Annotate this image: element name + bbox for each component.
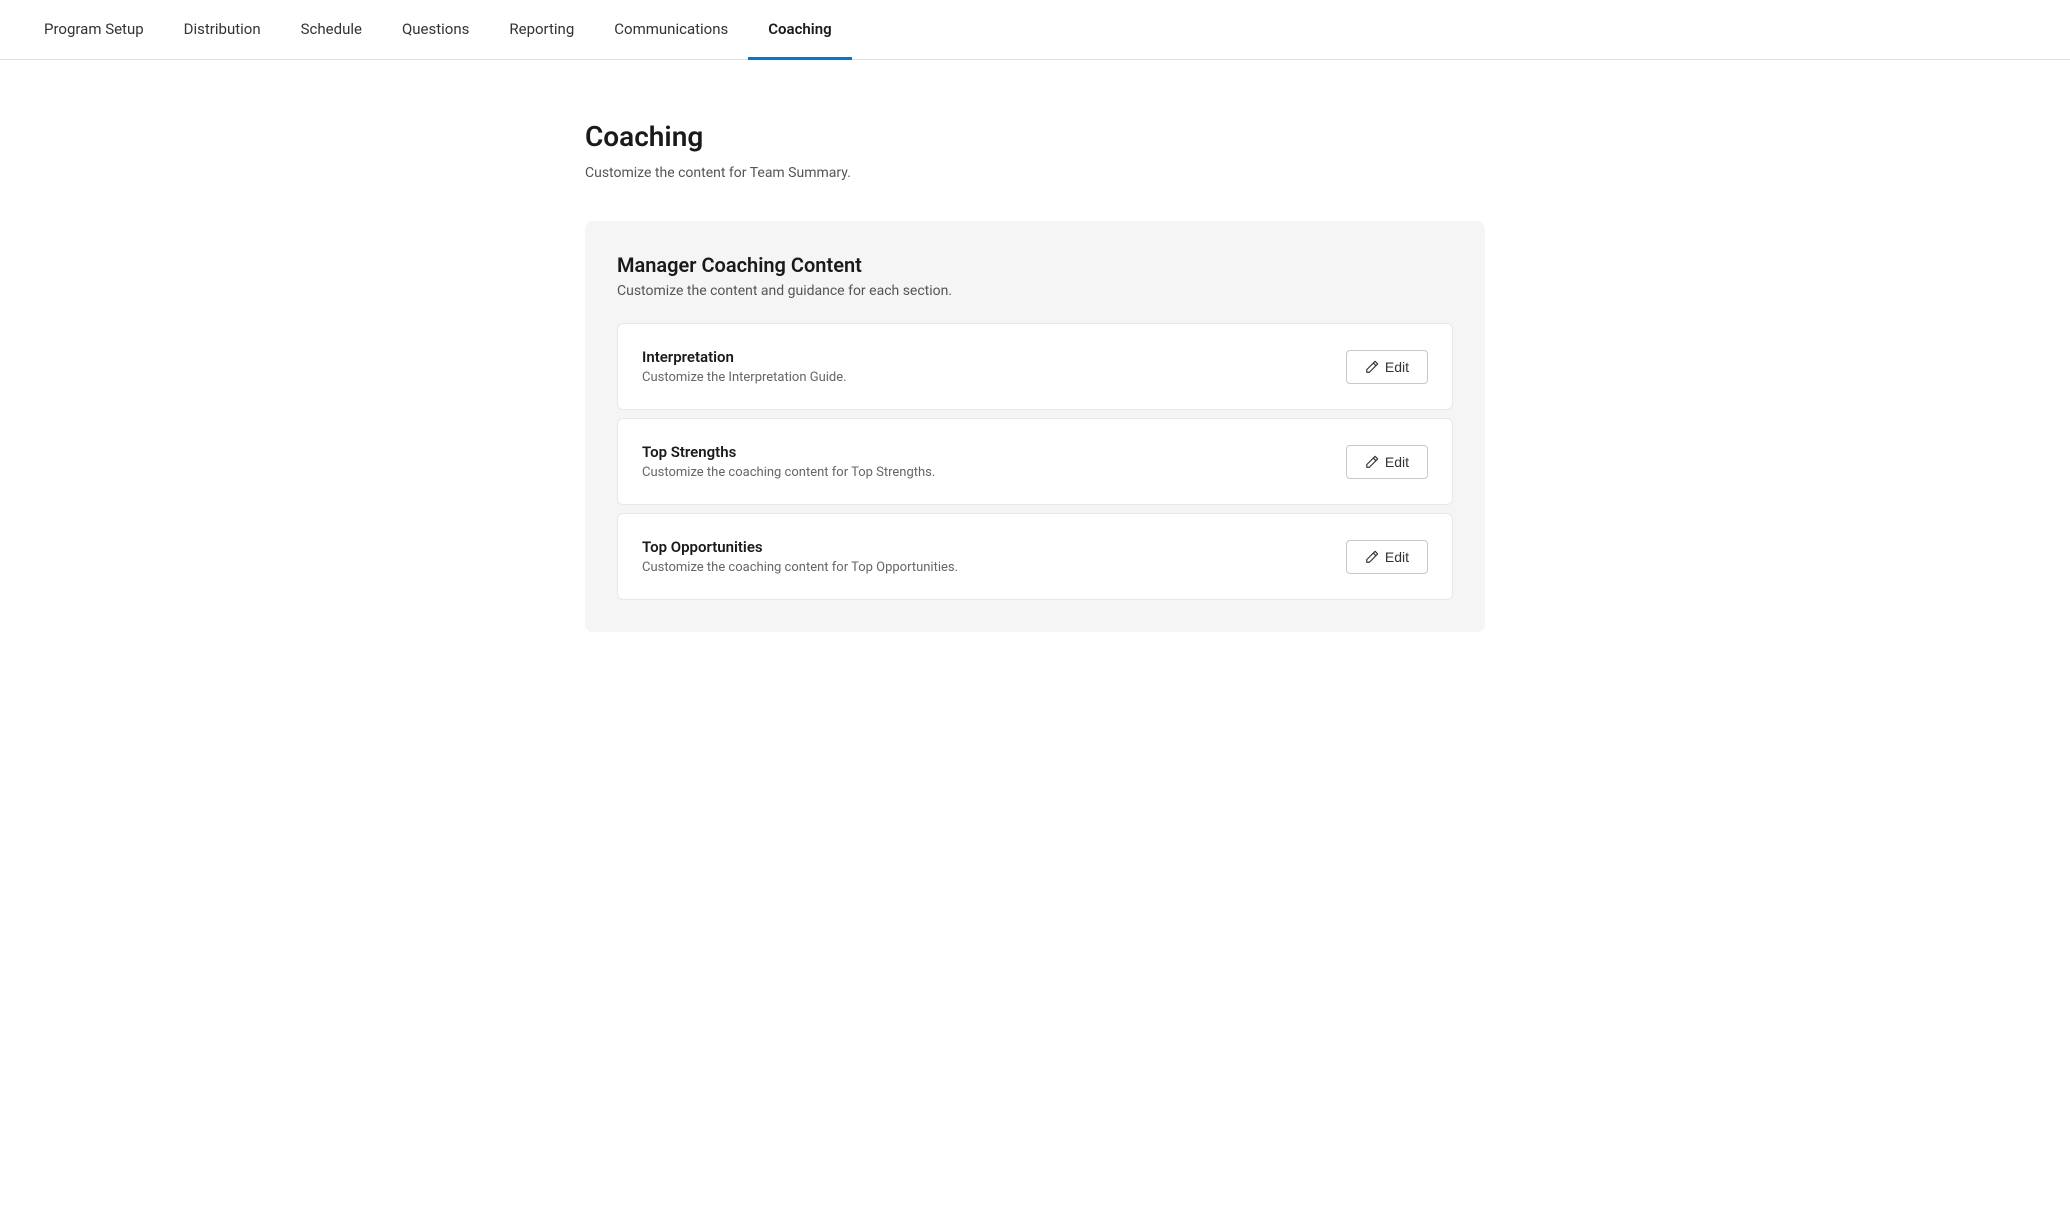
section-title: Manager Coaching Content bbox=[617, 253, 1453, 277]
nav-item-program-setup[interactable]: Program Setup bbox=[24, 0, 164, 60]
card-description-top-opportunities: Customize the coaching content for Top O… bbox=[642, 560, 958, 575]
pencil-icon bbox=[1365, 455, 1379, 469]
section-subtitle: Customize the content and guidance for e… bbox=[617, 283, 1453, 299]
content-card-top-opportunities: Top Opportunities Customize the coaching … bbox=[617, 513, 1453, 600]
edit-label-top-opportunities: Edit bbox=[1385, 549, 1409, 565]
page-title: Coaching bbox=[585, 120, 1485, 153]
card-text-top-opportunities: Top Opportunities Customize the coaching … bbox=[642, 538, 958, 575]
nav-item-reporting[interactable]: Reporting bbox=[489, 0, 594, 60]
nav-item-distribution[interactable]: Distribution bbox=[164, 0, 281, 60]
content-card-interpretation: Interpretation Customize the Interpretati… bbox=[617, 323, 1453, 410]
main-content: Coaching Customize the content for Team … bbox=[335, 60, 1735, 672]
card-text-top-strengths: Top Strengths Customize the coaching cont… bbox=[642, 443, 935, 480]
cards-container: Interpretation Customize the Interpretati… bbox=[617, 323, 1453, 600]
card-title-top-strengths: Top Strengths bbox=[642, 443, 935, 461]
content-card-top-strengths: Top Strengths Customize the coaching cont… bbox=[617, 418, 1453, 505]
edit-label-interpretation: Edit bbox=[1385, 359, 1409, 375]
coaching-section: Manager Coaching Content Customize the c… bbox=[585, 221, 1485, 632]
card-title-interpretation: Interpretation bbox=[642, 348, 847, 366]
nav-item-communications[interactable]: Communications bbox=[594, 0, 748, 60]
edit-button-interpretation[interactable]: Edit bbox=[1346, 350, 1428, 384]
edit-button-top-strengths[interactable]: Edit bbox=[1346, 445, 1428, 479]
pencil-icon bbox=[1365, 360, 1379, 374]
card-description-interpretation: Customize the Interpretation Guide. bbox=[642, 370, 847, 385]
card-title-top-opportunities: Top Opportunities bbox=[642, 538, 958, 556]
nav-item-questions[interactable]: Questions bbox=[382, 0, 489, 60]
edit-label-top-strengths: Edit bbox=[1385, 454, 1409, 470]
card-text-interpretation: Interpretation Customize the Interpretati… bbox=[642, 348, 847, 385]
card-description-top-strengths: Customize the coaching content for Top S… bbox=[642, 465, 935, 480]
nav-item-schedule[interactable]: Schedule bbox=[281, 0, 382, 60]
page-subtitle: Customize the content for Team Summary. bbox=[585, 165, 1485, 181]
edit-button-top-opportunities[interactable]: Edit bbox=[1346, 540, 1428, 574]
nav-item-coaching[interactable]: Coaching bbox=[748, 0, 851, 60]
page-header: Coaching Customize the content for Team … bbox=[585, 120, 1485, 181]
pencil-icon bbox=[1365, 550, 1379, 564]
top-navigation: Program SetupDistributionScheduleQuestio… bbox=[0, 0, 2070, 60]
